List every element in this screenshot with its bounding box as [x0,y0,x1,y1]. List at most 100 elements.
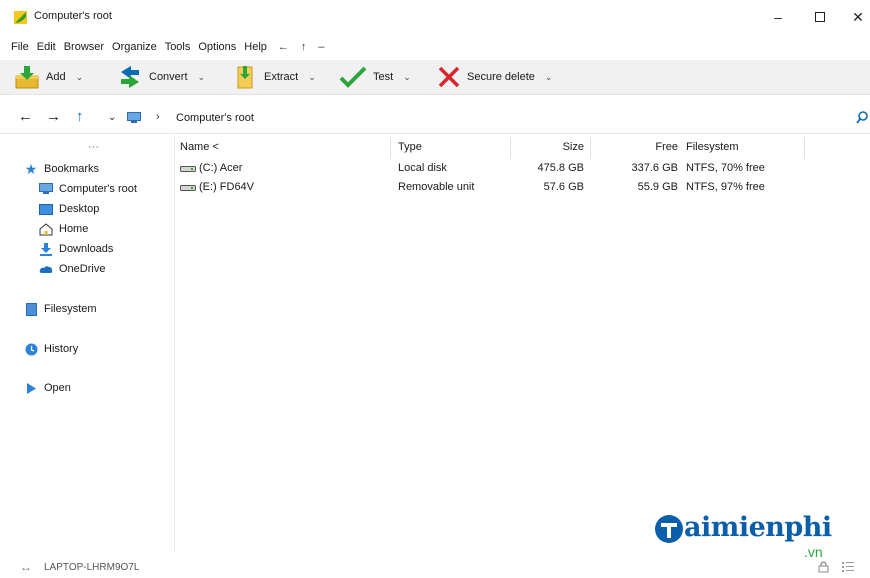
add-button[interactable]: Add ⌄ [14,60,83,94]
play-icon [24,381,38,395]
download-icon [39,242,53,256]
secure-delete-button[interactable]: Secure delete ⌄ [437,60,552,94]
sidebar-history[interactable]: History [24,340,78,358]
menu-browser[interactable]: Browser [61,41,109,53]
window-title: Computer's root [34,10,112,22]
column-header-filesystem[interactable]: Filesystem [686,141,739,157]
column-divider[interactable] [390,137,391,159]
file-list: Name < Type Size Free Filesystem (C:) Ac… [176,135,870,553]
cell-name: (E:) FD64V [199,181,255,193]
status-bar: ↔ LAPTOP-LHRM9O7L [0,556,870,578]
sidebar-item-onedrive[interactable]: OneDrive [39,260,105,278]
menu-help[interactable]: Help [241,41,272,53]
column-divider[interactable] [804,137,805,159]
cell-type: Removable unit [398,181,475,193]
convert-button[interactable]: Convert ⌄ [117,60,205,94]
extract-button[interactable]: Extract ⌄ [232,60,316,94]
cell-free: 337.6 GB [631,162,678,174]
drive-icon [180,166,196,172]
breadcrumb-computers-root[interactable]: Computer's root [176,112,254,124]
title-bar: Computer's root – ✕ [0,0,870,34]
secure-delete-label: Secure delete [467,71,535,83]
sidebar-filesystem-label: Filesystem [44,303,97,315]
menu-options[interactable]: Options [195,41,241,53]
column-header-size[interactable]: Size [538,141,584,157]
network-icon: ↔ [20,560,32,574]
star-icon: ★ [24,160,38,177]
convert-icon [121,66,139,88]
cell-type: Local disk [398,162,447,174]
column-divider[interactable] [510,137,511,159]
test-label: Test [373,71,394,83]
sidebar-item-label: Desktop [59,203,100,215]
menu-minimize[interactable]: – [312,41,330,53]
sidebar-history-label: History [44,343,79,355]
add-label: Add [46,71,66,83]
add-archive-icon [15,66,39,89]
sidebar-bookmarks[interactable]: ★ Bookmarks [24,160,99,178]
sidebar-open-label: Open [44,382,71,394]
cell-size: 475.8 GB [537,162,584,174]
up-arrow-icon[interactable]: ↑ [76,108,84,125]
address-bar: ← → ↑ ⌄ › Computer's root [0,103,870,134]
desktop-icon [39,202,53,216]
forward-arrow-icon[interactable]: → [46,108,61,125]
drive-icon [180,185,196,191]
filesystem-icon [24,302,38,316]
lock-icon[interactable] [818,560,829,573]
minimize-button[interactable]: – [766,8,790,26]
cell-name: (C:) Acer [199,162,243,174]
cell-filesystem: NTFS, 97% free [686,181,765,193]
menu-organize[interactable]: Organize [109,41,162,53]
menu-back-arrow[interactable]: ← [272,41,295,53]
sidebar-open[interactable]: Open [24,379,71,397]
menu-file[interactable]: File [8,41,34,53]
sidebar-item-computers-root[interactable]: Computer's root [39,180,137,198]
extract-label: Extract [264,71,299,83]
computer-icon [127,112,141,123]
maximize-icon [815,12,825,22]
menu-tools[interactable]: Tools [162,41,196,53]
convert-dropdown-icon[interactable]: ⌄ [198,72,206,83]
convert-label: Convert [149,71,188,83]
column-divider[interactable] [590,137,591,159]
sidebar-filesystem[interactable]: Filesystem [24,300,97,318]
secure-delete-dropdown-icon[interactable]: ⌄ [545,72,553,83]
status-host: LAPTOP-LHRM9O7L [44,562,140,573]
menu-up-arrow[interactable]: ↑ [295,41,313,53]
column-header-free[interactable]: Free [630,141,678,157]
details-view-icon[interactable] [842,561,854,572]
sidebar-item-home[interactable]: Home [39,220,88,238]
maximize-button[interactable] [808,8,832,26]
close-button[interactable]: ✕ [846,8,870,26]
watermark-brand: aimienphi [684,512,832,543]
checkmark-icon [339,66,367,88]
sidebar-item-label: Computer's root [59,183,137,195]
history-chevron-icon[interactable]: ⌄ [108,112,116,123]
home-icon [39,222,53,236]
back-arrow-icon[interactable]: ← [18,108,33,125]
test-dropdown-icon[interactable]: ⌄ [403,72,411,83]
search-icon[interactable] [856,111,868,125]
sidebar-item-label: Home [59,223,89,235]
sidebar-bookmarks-label: Bookmarks [44,163,100,175]
sidebar-more-button[interactable]: ··· [88,141,99,153]
cell-size: 57.6 GB [543,181,584,193]
extract-icon [237,66,253,89]
sidebar-item-label: Downloads [59,243,114,255]
column-header-name[interactable]: Name < [180,141,219,157]
app-icon [14,11,27,24]
test-button[interactable]: Test ⌄ [339,60,411,94]
computer-icon [39,182,53,196]
extract-dropdown-icon[interactable]: ⌄ [308,72,316,83]
add-dropdown-icon[interactable]: ⌄ [76,72,84,83]
breadcrumb-separator-icon: › [156,111,160,123]
sidebar-item-downloads[interactable]: Downloads [39,240,113,258]
sidebar: ··· ★ Bookmarks Computer's root Desktop … [0,135,175,553]
column-header-type[interactable]: Type [398,141,422,157]
menu-bar: File Edit Browser Organize Tools Options… [0,37,331,57]
toolbar: Add ⌄ Convert ⌄ Extract ⌄ Test ⌄ Secure … [0,60,870,95]
sidebar-item-desktop[interactable]: Desktop [39,200,99,218]
cell-filesystem: NTFS, 70% free [686,162,765,174]
menu-edit[interactable]: Edit [34,41,61,53]
